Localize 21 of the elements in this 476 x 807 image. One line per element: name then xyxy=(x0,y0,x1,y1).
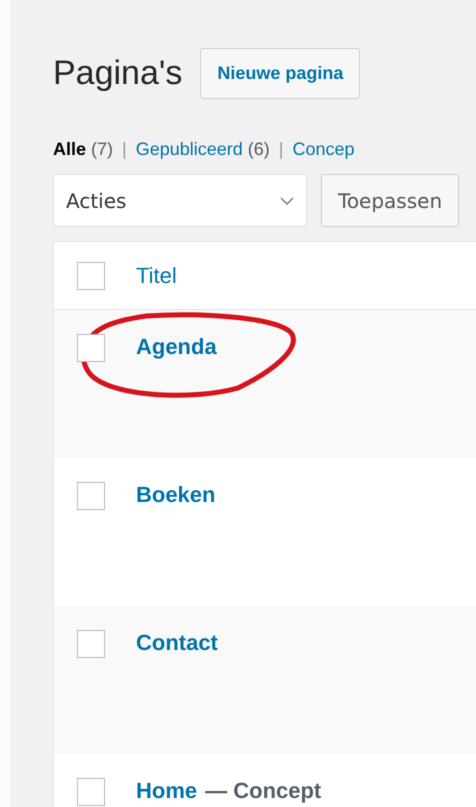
chevron-down-icon xyxy=(280,196,294,204)
bulk-actions-dropdown[interactable]: Acties xyxy=(53,174,307,227)
page-title-link[interactable]: Contact xyxy=(136,630,218,656)
page-title-link[interactable]: Boeken xyxy=(136,482,216,508)
page-title-link[interactable]: Agenda xyxy=(136,334,217,360)
apply-button[interactable]: Toepassen xyxy=(321,174,460,227)
checkbox[interactable] xyxy=(77,630,105,658)
checkbox[interactable] xyxy=(77,778,105,806)
post-state: — Concept xyxy=(205,778,322,804)
page-title: Pagina's xyxy=(53,54,182,93)
filter-link[interactable]: Gepubliceerd (6) xyxy=(136,139,270,160)
new-page-button[interactable]: Nieuwe pagina xyxy=(200,48,360,99)
filter-link[interactable]: Alle (7) xyxy=(53,139,114,160)
page-title-link[interactable]: Home xyxy=(136,778,198,804)
checkbox[interactable] xyxy=(77,334,105,362)
checkbox[interactable] xyxy=(77,482,105,510)
separator: | xyxy=(122,139,127,160)
checkbox[interactable] xyxy=(77,262,105,290)
separator: | xyxy=(278,139,284,160)
column-header-link[interactable]: Titel xyxy=(136,262,177,288)
filter-link[interactable]: Concep xyxy=(292,139,355,160)
